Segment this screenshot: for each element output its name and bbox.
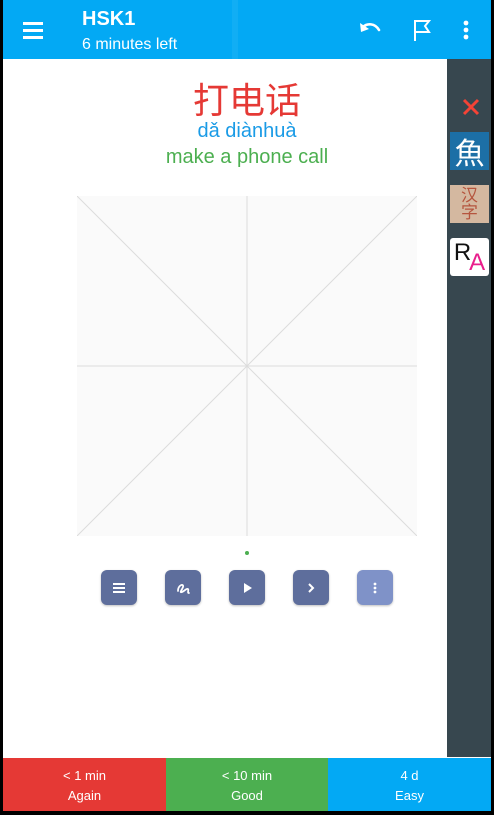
hanzi-tile-icon[interactable]: 汉 字 <box>450 185 489 223</box>
fish-char: 魚 <box>454 137 485 172</box>
app-bar: HSK1 6 minutes left <box>3 0 491 59</box>
hanzi-text: 打电话 <box>192 81 301 122</box>
next-icon[interactable] <box>293 570 329 605</box>
close-icon[interactable] <box>459 95 483 119</box>
easy-button[interactable]: 4 d Easy <box>328 758 491 811</box>
again-button[interactable]: < 1 min Again <box>3 758 166 811</box>
flag-icon[interactable] <box>406 14 438 46</box>
again-label: Again <box>67 788 102 803</box>
time-left: 6 minutes left <box>82 36 178 53</box>
again-time: < 1 min <box>63 768 106 783</box>
side-rail: 魚 汉 字 R A <box>447 59 491 757</box>
play-icon[interactable] <box>229 570 265 605</box>
more-vert-icon[interactable] <box>357 570 393 605</box>
good-button[interactable]: < 10 min Good <box>166 758 328 811</box>
easy-time: 4 d <box>400 768 419 783</box>
stroke-progress-dot <box>245 551 249 555</box>
stroke-icon[interactable] <box>165 570 201 605</box>
pinyin-text: dǎ diànhuà <box>197 120 297 142</box>
deck-title: HSK1 <box>82 8 136 30</box>
good-label: Good <box>231 788 263 803</box>
fish-dictionary-icon[interactable]: 魚 <box>450 132 489 172</box>
ra-a: A <box>469 249 486 276</box>
system-nav-bar <box>0 811 494 815</box>
hanzi-tile-bottom: 字 <box>461 203 478 222</box>
menu-icon[interactable] <box>17 16 51 44</box>
meaning-text: make a phone call <box>165 146 329 168</box>
list-icon[interactable] <box>101 570 137 605</box>
app-bar-divider <box>232 0 238 59</box>
more-vert-icon[interactable] <box>450 14 482 46</box>
ra-app-icon[interactable]: R A <box>450 238 489 276</box>
hanzi-tile-top: 汉 <box>461 186 478 205</box>
good-time: < 10 min <box>221 768 273 783</box>
writing-grid[interactable] <box>76 195 418 537</box>
easy-label: Easy <box>395 788 424 803</box>
undo-icon[interactable] <box>354 14 386 46</box>
app-frame: HSK1 6 minutes left 打电话 dǎ diànhuà make … <box>3 0 491 815</box>
